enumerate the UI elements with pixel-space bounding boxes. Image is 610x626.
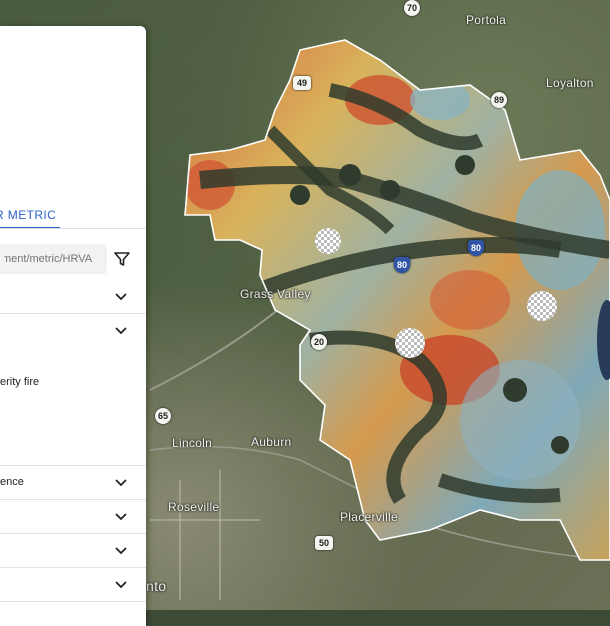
metric-description: erity fire: [0, 376, 40, 388]
place-label-portola: Portola: [466, 13, 507, 27]
metric-search-input[interactable]: [0, 244, 107, 274]
route-20-shield: 20: [311, 334, 327, 350]
route-50-shield: 50: [315, 536, 333, 550]
place-label-placerville: Placerville: [340, 510, 398, 524]
metric-group-row-5[interactable]: [0, 534, 146, 568]
metric-group-row-1[interactable]: [0, 280, 146, 314]
place-label-lincoln: Lincoln: [172, 436, 213, 450]
metric-group-label-3: ence: [0, 476, 24, 488]
chevron-down-icon: [115, 547, 127, 555]
route-89-shield: 89: [491, 92, 507, 108]
tab-metric-label: R METRIC: [0, 208, 57, 222]
place-label-loyalton: Loyalton: [546, 76, 594, 90]
metric-group-row-2[interactable]: [0, 314, 146, 466]
chevron-down-icon: [115, 479, 127, 487]
metric-group-row-4[interactable]: [0, 500, 146, 534]
place-label-auburn: Auburn: [251, 435, 292, 449]
metric-group-row-6[interactable]: [0, 568, 146, 602]
tab-divider: [0, 228, 146, 229]
city-streets: [150, 470, 260, 600]
filter-icon[interactable]: [113, 250, 131, 268]
place-label-sacramento: nto: [146, 578, 167, 594]
chevron-down-icon: [115, 513, 127, 521]
chevron-down-icon: [115, 293, 127, 301]
route-70-shield: 70: [404, 0, 420, 16]
place-label-roseville: Roseville: [168, 500, 220, 514]
route-49-shield: 49: [293, 76, 311, 90]
interstate-80-shield: 80: [468, 240, 484, 256]
interstate-80-shield-2: 80: [394, 257, 410, 273]
place-label-grass-valley: Grass Valley: [240, 287, 311, 301]
side-panel: R METRIC erity fire ence: [0, 26, 146, 626]
metric-group-row-3[interactable]: ence: [0, 466, 146, 500]
route-65-shield: 65: [155, 408, 171, 424]
tab-metric[interactable]: R METRIC: [0, 204, 60, 230]
chevron-down-icon: [115, 581, 127, 589]
chevron-down-icon: [115, 327, 127, 335]
